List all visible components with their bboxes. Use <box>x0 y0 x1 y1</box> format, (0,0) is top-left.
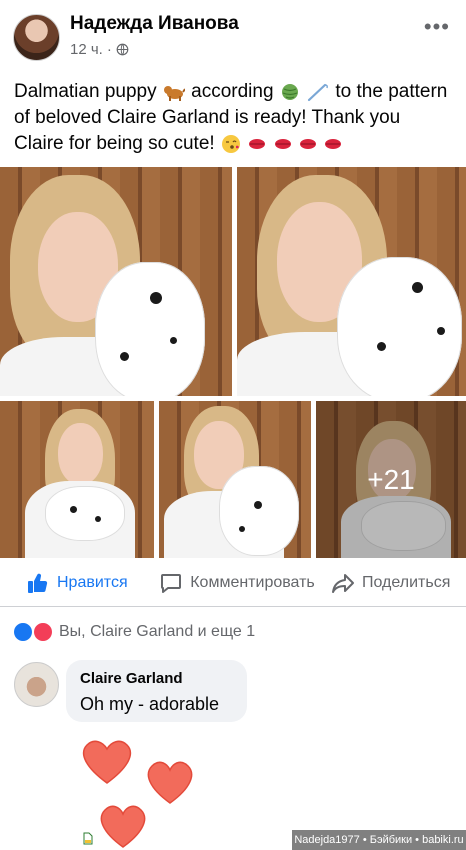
more-dots-icon[interactable]: ••• <box>424 14 450 40</box>
heart-icon <box>100 805 146 848</box>
thumbs-up-icon <box>28 573 48 593</box>
post-photo-4[interactable] <box>159 401 311 558</box>
photo-grid: +21 <box>0 167 466 558</box>
comment-bubble[interactable]: Claire Garland Oh my - adorable <box>66 660 247 722</box>
author-name[interactable]: Надежда Иванова <box>70 13 239 35</box>
watermark: Nadejda1977 • Бэйбики • babiki.ru <box>292 830 466 850</box>
commenter-avatar[interactable] <box>14 662 59 707</box>
love-reaction-icon <box>33 622 53 642</box>
post-photo-2[interactable] <box>237 167 466 396</box>
kiss-face-emoji-icon <box>221 134 240 153</box>
post-header: Надежда Иванова 12 ч. · ••• <box>0 0 466 70</box>
globe-icon <box>116 43 129 56</box>
like-reaction-icon <box>13 622 33 642</box>
post-photo-3[interactable] <box>0 401 154 558</box>
kiss-lips-icon <box>249 138 266 149</box>
file-icon <box>83 832 93 845</box>
post-photo-5[interactable]: +21 <box>316 401 466 558</box>
post-actions-bar: Нравится Комментировать Поделиться <box>0 560 466 607</box>
comment-author[interactable]: Claire Garland <box>80 670 183 687</box>
separator-dot: · <box>106 41 112 58</box>
post-text-part1: Dalmatian puppy <box>14 81 157 102</box>
post-meta: 12 ч. · <box>70 41 129 58</box>
more-photos-count[interactable]: +21 <box>316 401 466 558</box>
post-photo-1[interactable] <box>0 167 232 396</box>
post-time[interactable]: 12 ч. <box>70 41 103 58</box>
like-button[interactable]: Нравится <box>26 560 128 606</box>
heart-icon <box>82 740 132 784</box>
share-button[interactable]: Поделиться <box>331 560 450 606</box>
comment-button[interactable]: Комментировать <box>159 560 315 606</box>
kiss-lips-icon <box>325 138 342 149</box>
post-text: Dalmatian puppy according to the pattern… <box>14 79 454 157</box>
reactions-text: Вы, Claire Garland и еще 1 <box>59 623 256 640</box>
dog-emoji-icon <box>163 85 185 101</box>
kiss-lips-icon <box>274 138 291 149</box>
post-text-part2: according <box>191 81 274 102</box>
like-label: Нравится <box>57 574 128 591</box>
share-arrow-icon <box>332 574 354 593</box>
comment-label: Комментировать <box>190 574 315 591</box>
kiss-lips-icon <box>299 138 316 149</box>
comment-bubble-icon <box>161 574 181 593</box>
crochet-hook-emoji-icon <box>308 83 329 102</box>
share-label: Поделиться <box>362 574 451 591</box>
reactions-summary[interactable]: Вы, Claire Garland и еще 1 <box>13 622 255 642</box>
comment-text: Oh my - adorable <box>80 694 220 714</box>
yarn-ball-emoji-icon <box>281 83 298 100</box>
hearts-sticker <box>82 740 193 848</box>
author-avatar[interactable] <box>13 14 60 61</box>
heart-icon <box>147 761 193 804</box>
